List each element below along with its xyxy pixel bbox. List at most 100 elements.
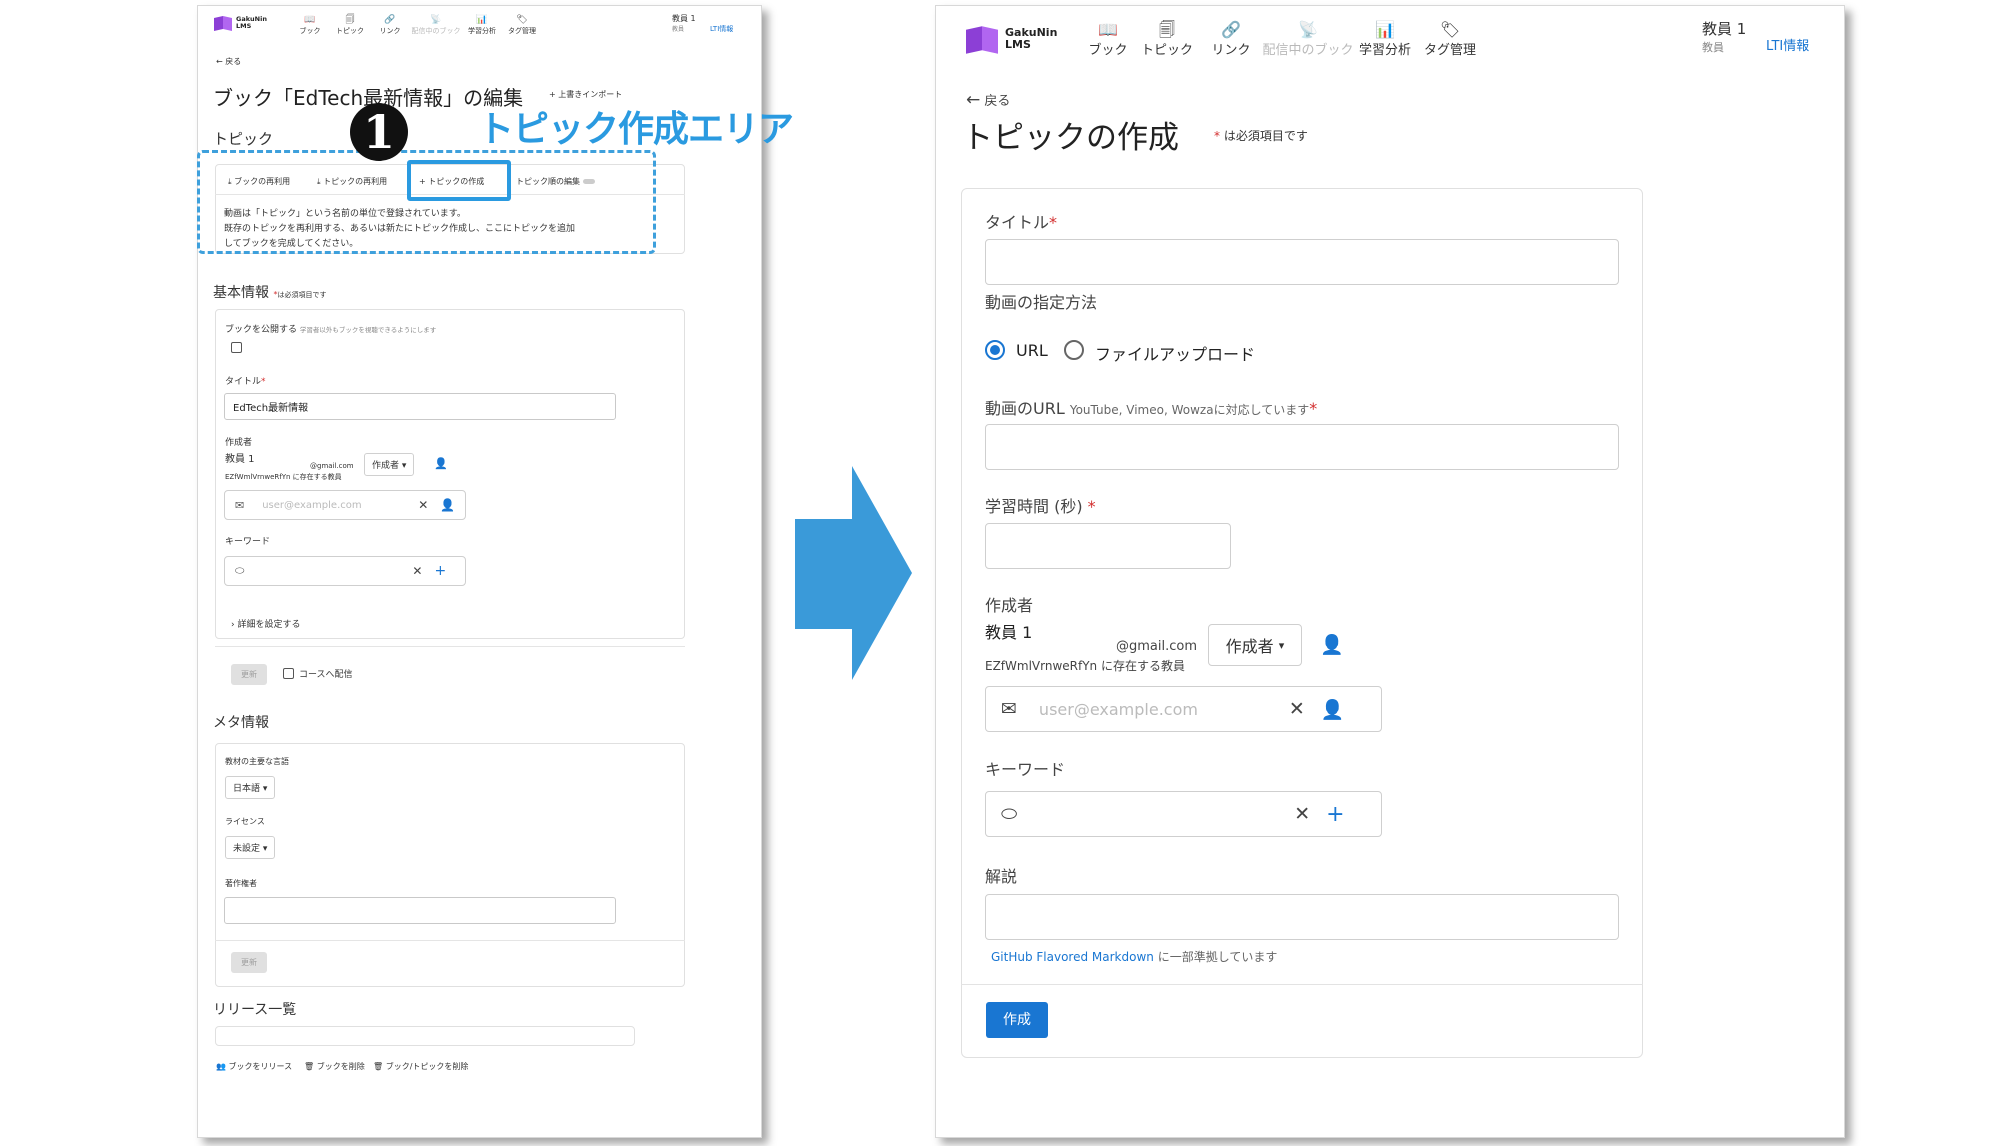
nav-item[interactable]: 🏷 タグ管理: [502, 14, 542, 36]
create-button[interactable]: 作成: [986, 1002, 1048, 1038]
nav-item[interactable]: 📡 配信中のブック: [1263, 20, 1354, 58]
lti-info-link[interactable]: LTI情報: [710, 24, 733, 34]
add-person-icon[interactable]: 👤: [440, 498, 455, 512]
book-icon: 📖: [304, 15, 316, 25]
title-label-text: タイトル: [225, 377, 262, 387]
study-time-input[interactable]: [985, 523, 1231, 569]
markdown-note: GitHub Flavored Markdown に一部準拠しています: [991, 948, 1277, 965]
nav-item[interactable]: 🗐 トピック: [1135, 20, 1199, 58]
user-name: 教員 1: [1702, 20, 1747, 38]
markdown-link[interactable]: GitHub Flavored Markdown: [991, 950, 1154, 964]
update-button-meta[interactable]: 更新: [231, 952, 267, 973]
title-label: タイトル*: [985, 213, 1058, 232]
clear-icon[interactable]: ✕: [1289, 698, 1305, 720]
license-select[interactable]: 未設定 ▾: [225, 836, 276, 859]
email-field: ✉ user@example.com ✕ 👤: [985, 686, 1382, 732]
study-time-label-text: 学習時間 (秒): [985, 497, 1083, 516]
nav-item[interactable]: 🔗 リンク: [1199, 20, 1263, 58]
details-toggle[interactable]: › 詳細を設定する: [231, 617, 300, 630]
nav-item-label: タグ管理: [1423, 43, 1476, 58]
nav-item[interactable]: 📡 配信中のブック: [410, 14, 462, 36]
basic-heading-text: 基本情報: [213, 285, 269, 301]
video-url-hint: YouTube, Vimeo, Wowzaに対応しています: [1069, 403, 1310, 417]
app-header: GakuNin LMS 📖 ブック 🗐 トピック 🔗 リンク 📡 配信中のブック 📊 学習分析 🏷 タ…: [936, 6, 1844, 66]
user-menu[interactable]: 教員 1 教員: [1702, 18, 1746, 55]
email-input[interactable]: user@example.com: [1039, 700, 1289, 719]
link-icon: 🔗: [384, 15, 396, 25]
publish-label: ブックを公開する 学習者以外もブックを視聴できるようにします: [225, 322, 436, 335]
title-label: タイトル*: [225, 377, 266, 387]
title-input[interactable]: [985, 239, 1619, 285]
nav-item[interactable]: 📊 学習分析: [462, 14, 502, 36]
delete-book-topic-link[interactable]: 🗑 ブック/トピックを削除: [373, 1061, 468, 1072]
tag-outline-icon: ⬭: [235, 564, 245, 577]
topic-create-window: GakuNin LMS 📖 ブック 🗐 トピック 🔗 リンク 📡 配信中のブック 📊 学習分析 🏷 タ…: [935, 5, 1845, 1138]
title-input[interactable]: EdTech最新情報: [224, 393, 616, 420]
import-link[interactable]: + 上書きインポート: [549, 89, 622, 100]
author-email: @gmail.com: [310, 462, 354, 470]
add-icon[interactable]: +: [1326, 802, 1344, 827]
nav-item[interactable]: 📖 ブック: [1081, 20, 1135, 58]
nav-item-label: 学習分析: [468, 27, 496, 35]
study-time-label: 学習時間 (秒) *: [985, 497, 1096, 516]
delete-book-topic-label: ブック/トピックを削除: [385, 1062, 469, 1071]
release-heading: リリース一覧: [213, 1002, 297, 1018]
keyword-field[interactable]: ⬭ ✕ +: [224, 556, 466, 586]
app-logo[interactable]: GakuNin LMS: [214, 15, 267, 31]
course-deliver-checkbox[interactable]: [283, 668, 294, 679]
add-icon[interactable]: +: [434, 563, 446, 579]
remove-person-icon[interactable]: 👤: [434, 457, 448, 470]
panel-divider: [215, 646, 685, 647]
nav-item[interactable]: 🗐 トピック: [330, 14, 370, 36]
meta-panel: [215, 743, 685, 987]
clear-icon[interactable]: ✕: [412, 564, 422, 578]
lti-info-link[interactable]: LTI情報: [1766, 35, 1809, 54]
user-menu[interactable]: 教員 1 教員: [672, 13, 696, 33]
nav-item-label: 学習分析: [1358, 43, 1411, 58]
panel-divider: [215, 940, 685, 941]
topic-icon: 🗐: [345, 15, 355, 25]
required-note: は必須項目です: [277, 291, 327, 299]
clear-icon[interactable]: ✕: [1294, 803, 1310, 825]
radio-url[interactable]: [985, 340, 1005, 360]
video-url-label: 動画のURL YouTube, Vimeo, Wowzaに対応しています*: [985, 399, 1318, 418]
language-select[interactable]: 日本語 ▾: [225, 776, 276, 799]
book-icon: 📖: [1098, 20, 1118, 39]
description-input[interactable]: [985, 894, 1619, 940]
tag-outline-icon: ⬭: [1001, 803, 1018, 825]
arrow-left-icon: ←: [966, 90, 981, 110]
keyword-field[interactable]: ⬭ ✕ +: [985, 791, 1382, 837]
broadcast-icon: 📡: [430, 15, 442, 25]
author-role-select[interactable]: 作成者 ▾: [1208, 624, 1302, 666]
author-org: EZfWmlVrnweRfYn に存在する教員: [225, 473, 342, 481]
author-role-select[interactable]: 作成者 ▾: [364, 453, 415, 476]
back-link[interactable]: ← 戻る: [966, 90, 1010, 110]
release-book-link[interactable]: 👥 ブックをリリース: [216, 1061, 292, 1072]
tag-icon: 🏷: [516, 15, 528, 25]
nav-item[interactable]: 📖 ブック: [290, 14, 330, 36]
language-label: 教材の主要な言語: [225, 757, 289, 766]
update-button[interactable]: 更新: [231, 664, 267, 685]
publish-checkbox[interactable]: [231, 342, 242, 353]
email-input[interactable]: user@example.com: [262, 500, 412, 511]
clear-icon[interactable]: ✕: [418, 498, 428, 512]
video-url-input[interactable]: [985, 424, 1619, 470]
publish-label-text: ブックを公開する: [225, 325, 298, 335]
remove-person-icon[interactable]: 👤: [1320, 633, 1344, 656]
delete-book-link[interactable]: 🗑 ブックを削除: [304, 1061, 365, 1072]
app-logo[interactable]: GakuNin LMS: [966, 24, 1057, 54]
nav-item[interactable]: 🔗 リンク: [370, 14, 410, 36]
video-url-label-text: 動画のURL: [985, 399, 1065, 418]
meta-heading: メタ情報: [213, 715, 269, 731]
copyright-input[interactable]: [224, 897, 616, 924]
add-person-icon[interactable]: 👤: [1321, 698, 1345, 721]
nav-item[interactable]: 🏷 タグ管理: [1417, 20, 1483, 58]
nav-item[interactable]: 📊 学習分析: [1353, 20, 1417, 58]
logo-cube-icon: [966, 24, 998, 54]
radio-file-upload[interactable]: [1064, 340, 1084, 360]
release-panel: [215, 1026, 635, 1046]
video-method-label: 動画の指定方法: [985, 293, 1098, 312]
analytics-icon: 📊: [1375, 20, 1395, 39]
logo-cube-icon: [214, 15, 232, 31]
back-link[interactable]: ← 戻る: [216, 56, 241, 67]
